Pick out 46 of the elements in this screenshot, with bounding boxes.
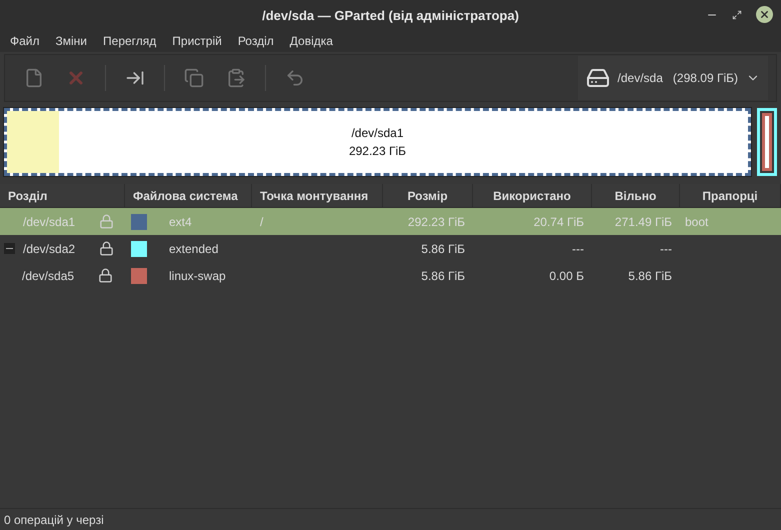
free-cell-text: 5.86 ГіБ: [627, 268, 673, 282]
used-cell-text: 0.00 Б: [548, 268, 585, 282]
menu-item[interactable]: Файл: [2, 34, 48, 48]
size-cell-text: 292.23 ГіБ: [406, 214, 466, 228]
free-cell-text: ---: [659, 242, 673, 256]
filesystem-label: ext4: [169, 214, 192, 228]
free-cell-text: 271.49 ГіБ: [614, 214, 673, 228]
column-header[interactable]: Розмір: [383, 184, 473, 207]
mount-point: /: [259, 214, 264, 228]
partition-name: /dev/sda5: [21, 268, 76, 282]
lock-icon: [99, 241, 114, 256]
partition-row[interactable]: /dev/sda5 linux-swap 5.86 ГіБ 0.00 Б 5.86 ГіБ: [0, 262, 781, 289]
partition-row[interactable]: /dev/sda2 extended 5.86 ГіБ --- ---: [0, 235, 781, 262]
size-cell-text: 5.86 ГіБ: [420, 242, 466, 256]
column-header[interactable]: Розділ: [0, 184, 125, 207]
size-cell-text: 5.86 ГіБ: [420, 268, 466, 282]
column-header[interactable]: Вільно: [592, 184, 680, 207]
partition-name: /dev/sda2: [22, 242, 76, 256]
column-header[interactable]: Точка монтування: [252, 184, 383, 207]
used-cell-text: ---: [571, 242, 585, 256]
menu-item[interactable]: Розділ: [230, 34, 282, 48]
lock-icon: [98, 268, 113, 283]
lock-icon: [99, 214, 114, 229]
column-header[interactable]: Використано: [473, 184, 592, 207]
close-icon: [759, 9, 770, 20]
menu-item[interactable]: Пристрій: [164, 34, 230, 48]
partition-size: 292.23 ГіБ: [348, 143, 406, 160]
swap-partition-block[interactable]: [762, 113, 772, 171]
partition-block[interactable]: /dev/sda1 292.23 ГіБ: [4, 108, 751, 176]
status-bar: 0 операцій у черзі: [0, 508, 781, 530]
partition-name: /dev/sda1: [22, 214, 76, 228]
column-header[interactable]: Файлова система: [125, 184, 252, 207]
filesystem-label: extended: [169, 242, 218, 256]
extended-partition-block[interactable]: [757, 108, 777, 176]
maximize-icon[interactable]: [732, 10, 742, 20]
close-button[interactable]: [756, 6, 773, 23]
partition-label: /dev/sda1: [351, 125, 404, 142]
column-header[interactable]: Прапорці: [680, 184, 781, 207]
menu-item[interactable]: Зміни: [48, 34, 96, 48]
menu-item[interactable]: Довідка: [282, 34, 341, 48]
flags-cell-text: boot: [684, 214, 710, 228]
filesystem-label: linux-swap: [169, 268, 226, 282]
collapse-toggle[interactable]: [4, 243, 15, 254]
menu-item[interactable]: Перегляд: [95, 34, 164, 48]
window-title: /dev/sda — GParted (від адміністратора): [262, 8, 519, 22]
used-cell-text: 20.74 ГіБ: [532, 214, 585, 228]
